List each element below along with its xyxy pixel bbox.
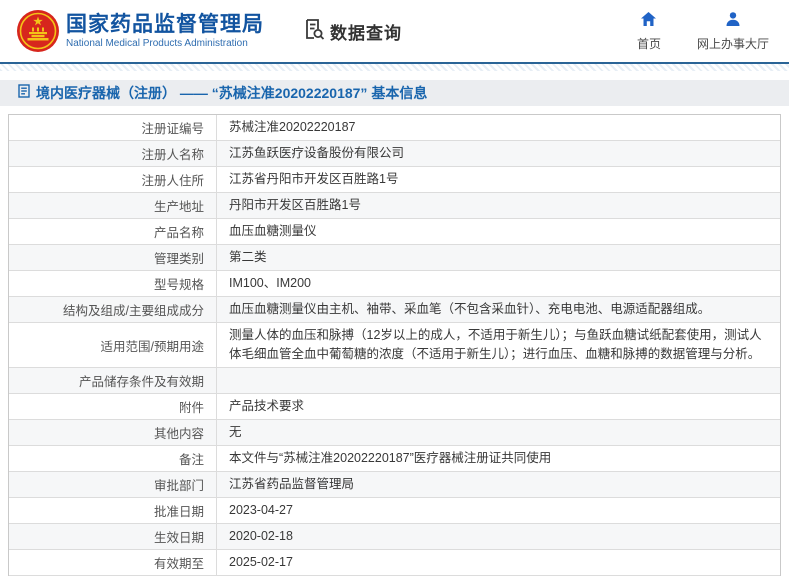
row-label: 审批部门 bbox=[9, 472, 217, 497]
nav-label-home: 首页 bbox=[636, 36, 661, 51]
table-row: 适用范围/预期用途 测量人体的血压和脉搏（12岁以上的成人，不适用于新生儿）；与鱼… bbox=[9, 323, 780, 368]
row-label: 型号规格 bbox=[9, 271, 217, 296]
document-search-icon bbox=[302, 17, 326, 46]
document-icon bbox=[18, 83, 30, 103]
page-title-bar: 境内医疗器械（注册） —— “苏械注准20202220187” 基本信息 bbox=[0, 80, 789, 106]
table-row: 结构及组成/主要组成成分 血压血糖测量仪由主机、袖带、采血笔（不包含采血针）、充电… bbox=[9, 297, 780, 323]
hatch-band bbox=[0, 64, 789, 71]
page-title: 境内医疗器械（注册） —— “苏械注准20202220187” 基本信息 bbox=[36, 85, 428, 101]
table-row: 附件 产品技术要求 bbox=[9, 394, 780, 420]
row-label: 附件 bbox=[9, 394, 217, 419]
row-label: 注册人名称 bbox=[9, 141, 217, 166]
row-value: 2020-02-18 bbox=[229, 529, 293, 543]
row-value: 2023-04-27 bbox=[229, 503, 293, 517]
row-value: 苏械注准20202220187 bbox=[229, 120, 356, 134]
row-label: 产品储存条件及有效期 bbox=[9, 368, 217, 393]
row-value: 江苏省药品监督管理局 bbox=[229, 477, 355, 491]
table-row: 产品名称 血压血糖测量仪 bbox=[9, 219, 780, 245]
row-value bbox=[217, 368, 780, 393]
row-value: 本文件与“苏械注准20202220187”医疗器械注册证共同使用 bbox=[229, 451, 552, 465]
row-value: 血压血糖测量仪 bbox=[229, 224, 317, 238]
table-row: 注册人住所 江苏省丹阳市开发区百胜路1号 bbox=[9, 167, 780, 193]
table-row: 批准日期 2023-04-27 bbox=[9, 498, 780, 524]
row-value: 产品技术要求 bbox=[229, 399, 305, 413]
row-value: 第二类 bbox=[229, 250, 267, 264]
row-label: 管理类别 bbox=[9, 245, 217, 270]
brand-name-en: National Medical Products Administration bbox=[66, 37, 248, 49]
nav-item-home[interactable]: 首页 bbox=[627, 11, 671, 52]
row-label: 备注 bbox=[9, 446, 217, 471]
row-value: 江苏省丹阳市开发区百胜路1号 bbox=[229, 172, 399, 186]
table-row: 审批部门 江苏省药品监督管理局 bbox=[9, 472, 780, 498]
row-label: 有效期至 bbox=[9, 550, 217, 575]
row-label: 产品名称 bbox=[9, 219, 217, 244]
table-row: 生产地址 丹阳市开发区百胜路1号 bbox=[9, 193, 780, 219]
row-value: IM100、IM200 bbox=[229, 276, 311, 290]
table-row: 其他内容无 bbox=[9, 420, 780, 446]
header-nav: 首页 网上办事大厅 bbox=[627, 11, 769, 52]
row-value: 血压血糖测量仪由主机、袖带、采血笔（不包含采血针）、充电电池、电源适配器组成。 bbox=[229, 302, 711, 316]
table-row: 有效期至 2025-02-17 bbox=[9, 550, 780, 576]
row-value: 丹阳市开发区百胜路1号 bbox=[229, 198, 361, 212]
row-label: 批准日期 bbox=[9, 498, 217, 523]
row-value: 测量人体的血压和脉搏（12岁以上的成人，不适用于新生儿）；与鱼跃血糖试纸配套使用… bbox=[229, 328, 762, 361]
row-label: 其他内容 bbox=[9, 420, 217, 445]
home-icon bbox=[640, 11, 657, 32]
table-row: 管理类别 第二类 bbox=[9, 245, 780, 271]
row-label: 注册人住所 bbox=[9, 167, 217, 192]
row-label: 结构及组成/主要组成成分 bbox=[9, 297, 217, 322]
table-row: 型号规格 IM100、IM200 bbox=[9, 271, 780, 297]
row-value: 2025-02-17 bbox=[229, 555, 293, 569]
table-row: 产品储存条件及有效期 bbox=[9, 368, 780, 394]
person-icon bbox=[725, 11, 741, 32]
row-value: 江苏鱼跃医疗设备股份有限公司 bbox=[229, 146, 405, 160]
data-query-button[interactable]: 数据查询 bbox=[302, 17, 402, 46]
row-label: 生效日期 bbox=[9, 524, 217, 549]
info-table: 注册证编号 苏械注准20202220187 注册人名称 江苏鱼跃医疗设备股份有限公司注… bbox=[8, 114, 781, 576]
table-row: 注册证编号 苏械注准20202220187 bbox=[9, 115, 780, 141]
table-row: 生效日期 2020-02-18 bbox=[9, 524, 780, 550]
row-label: 注册证编号 bbox=[9, 115, 217, 140]
brand-name-zh: 国家药品监督管理局 bbox=[66, 12, 264, 36]
row-label: 适用范围/预期用途 bbox=[9, 323, 217, 367]
row-label: 生产地址 bbox=[9, 193, 217, 218]
nav-item-online-hall[interactable]: 网上办事大厅 bbox=[697, 11, 769, 52]
national-emblem-logo bbox=[16, 9, 60, 53]
site-header: 国家药品监督管理局 National Medical Products Admi… bbox=[0, 0, 789, 62]
table-row: 备注 本文件与“苏械注准20202220187”医疗器械注册证共同使用 bbox=[9, 446, 780, 472]
data-query-label: 数据查询 bbox=[330, 23, 402, 43]
table-row: 注册人名称 江苏鱼跃医疗设备股份有限公司 bbox=[9, 141, 780, 167]
row-value: 无 bbox=[229, 425, 242, 439]
nav-label-online-hall: 网上办事大厅 bbox=[696, 36, 769, 51]
brand-block: 国家药品监督管理局 National Medical Products Admi… bbox=[66, 13, 264, 50]
